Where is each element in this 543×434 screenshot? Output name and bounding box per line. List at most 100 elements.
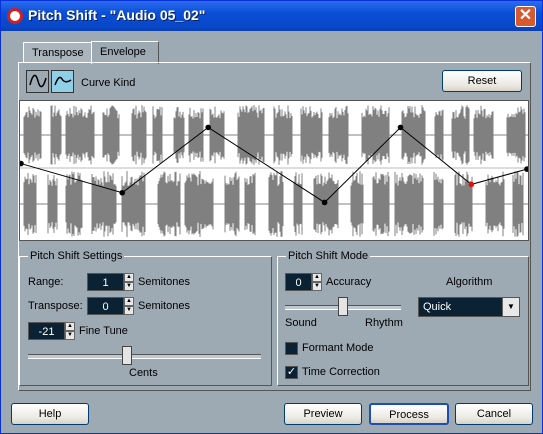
waveform-segment	[401, 105, 426, 165]
pitch-shift-window: Pitch Shift - "Audio 05_02" ✕ Transpose …	[0, 0, 543, 434]
process-button[interactable]: Process	[369, 403, 449, 425]
cents-slider[interactable]	[28, 346, 261, 366]
accuracy-slider[interactable]	[285, 297, 401, 317]
waveform-segment	[102, 105, 120, 165]
waveform-segment	[91, 171, 117, 237]
range-down-arrow-icon[interactable]: ▼	[124, 282, 134, 291]
spline-curve-button[interactable]	[26, 70, 49, 93]
transpose-value[interactable]: 0	[87, 297, 124, 315]
linear-curve-button[interactable]	[51, 70, 74, 93]
help-button[interactable]: Help	[11, 403, 89, 425]
waveform-segment	[300, 106, 323, 164]
waveform-segment	[121, 171, 146, 237]
waveform-segment	[131, 105, 147, 165]
waveform-segment	[434, 109, 444, 161]
envelope-point[interactable]	[397, 124, 404, 131]
waveform-segment	[268, 171, 284, 237]
waveform-segment	[451, 105, 470, 165]
waveform-segment	[237, 105, 265, 165]
waveform-segment	[224, 171, 240, 237]
fine-tune-label: Fine Tune	[79, 325, 128, 337]
formant-mode-checkbox[interactable]	[285, 342, 298, 355]
algorithm-value: Quick	[423, 301, 452, 313]
range-label: Range:	[28, 276, 64, 288]
cents-slider-track[interactable]	[28, 354, 261, 359]
range-up-arrow-icon[interactable]: ▲	[124, 273, 134, 282]
fine-tune-value[interactable]: -21	[28, 322, 65, 340]
waveform-segment	[350, 171, 364, 237]
formant-mode-label: Formant Mode	[302, 342, 374, 354]
reset-button[interactable]: Reset	[442, 70, 522, 92]
window-title: Pitch Shift - "Audio 05_02"	[28, 7, 206, 23]
transpose-up-arrow-icon[interactable]: ▲	[124, 297, 134, 306]
time-correction-label: Time Correction	[302, 366, 380, 378]
preview-button[interactable]: Preview	[284, 403, 362, 425]
waveform-segment	[184, 171, 214, 237]
waveform-segment	[209, 106, 225, 164]
fine-tune-up-arrow-icon[interactable]: ▲	[65, 322, 75, 331]
waveform-segment	[152, 106, 163, 164]
cubase-logo-icon	[7, 8, 23, 24]
waveform-segment	[372, 172, 390, 236]
accuracy-slider-thumb[interactable]	[338, 297, 348, 316]
envelope-point[interactable]	[119, 189, 125, 196]
envelope-point[interactable]	[524, 166, 528, 172]
envelope-point[interactable]	[20, 160, 24, 167]
cents-label: Cents	[129, 367, 158, 379]
envelope-point[interactable]	[321, 199, 328, 206]
transpose-down-arrow-icon[interactable]: ▼	[124, 306, 134, 315]
envelope-editor[interactable]	[19, 100, 529, 241]
tab-envelope[interactable]: Envelope	[91, 41, 159, 64]
cents-slider-thumb[interactable]	[122, 346, 132, 365]
waveform-segment	[293, 172, 303, 236]
chevron-down-icon[interactable]: ▼	[502, 298, 519, 316]
accuracy-value[interactable]: 0	[285, 273, 312, 291]
waveform-segment	[485, 171, 505, 237]
curve-kind-label: Curve Kind	[81, 77, 136, 89]
waveform-segment	[65, 105, 95, 165]
accuracy-up-arrow-icon[interactable]: ▲	[312, 273, 322, 282]
range-unit-label: Semitones	[138, 276, 190, 288]
close-icon: ✕	[518, 7, 533, 24]
close-button[interactable]: ✕	[515, 6, 536, 27]
title-bar[interactable]: Pitch Shift - "Audio 05_02" ✕	[1, 1, 542, 31]
tab-transpose[interactable]: Transpose	[23, 42, 92, 63]
accuracy-down-arrow-icon[interactable]: ▼	[312, 282, 322, 291]
waveform-display[interactable]	[20, 101, 528, 240]
fine-tune-down-arrow-icon[interactable]: ▼	[65, 331, 75, 340]
waveform-segment	[473, 105, 494, 165]
range-stepper[interactable]: 1 ▲ ▼	[87, 273, 134, 291]
waveform-segment	[188, 107, 204, 163]
waveform-segment	[65, 171, 83, 237]
envelope-point[interactable]	[468, 181, 475, 188]
waveform-segment	[23, 173, 37, 235]
waveform-segment	[244, 172, 256, 236]
checkmark-icon: ✓	[286, 366, 297, 378]
algorithm-select[interactable]: Quick ▼	[418, 297, 520, 317]
waveform-segment	[50, 105, 62, 165]
accuracy-stepper[interactable]: 0 ▲ ▼	[285, 273, 322, 291]
waveform-segment	[47, 174, 58, 234]
pitch-shift-mode-title: Pitch Shift Mode	[286, 249, 371, 263]
algorithm-label: Algorithm	[446, 276, 493, 288]
waveform-segment	[328, 105, 349, 165]
accuracy-label: Accuracy	[326, 276, 372, 288]
cancel-button[interactable]: Cancel	[455, 403, 533, 425]
waveform-segment	[433, 172, 444, 236]
waveform-segment	[394, 172, 424, 236]
transpose-unit-label: Semitones	[138, 300, 190, 312]
waveform-segment	[361, 105, 390, 165]
waveform-segment	[23, 106, 42, 164]
pitch-shift-settings-title: Pitch Shift Settings	[28, 249, 125, 263]
waveform-segment	[506, 106, 526, 164]
spline-curve-icon	[29, 74, 47, 88]
range-value[interactable]: 1	[87, 273, 124, 291]
envelope-point[interactable]	[205, 124, 212, 131]
waveform-segment	[157, 171, 181, 237]
sound-label: Sound	[285, 317, 317, 329]
linear-curve-icon	[54, 76, 72, 86]
time-correction-checkbox[interactable]: ✓	[285, 366, 298, 379]
fine-tune-stepper[interactable]: -21 ▲ ▼	[28, 322, 75, 340]
waveform-segment	[454, 171, 473, 237]
transpose-stepper[interactable]: 0 ▲ ▼	[87, 297, 134, 315]
